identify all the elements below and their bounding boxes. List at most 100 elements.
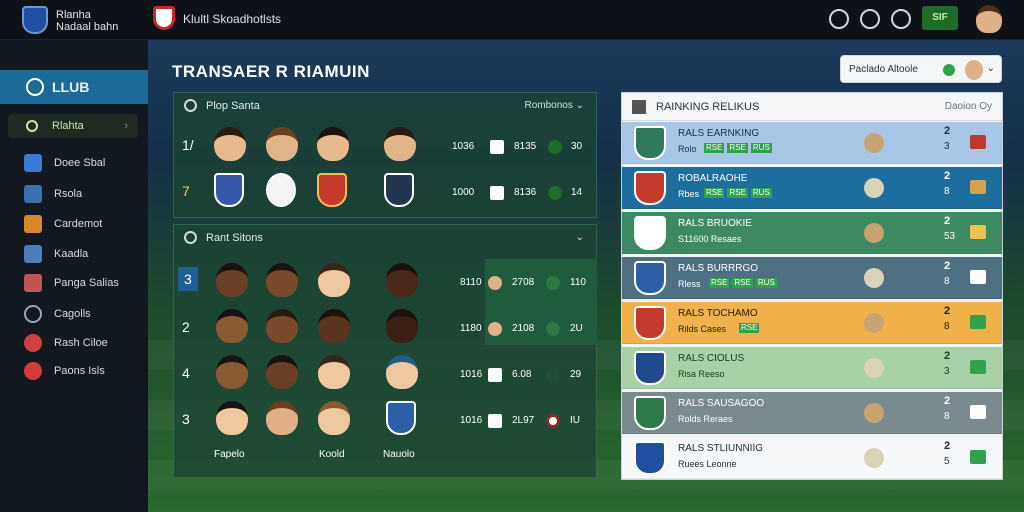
- club-icon: [490, 140, 504, 154]
- badge-icon: [864, 358, 884, 378]
- flag-icon: [970, 405, 986, 419]
- star-icon: [24, 274, 42, 292]
- player-avatar: [318, 309, 350, 343]
- sidebar-item-label: Cardemot: [54, 218, 103, 230]
- team-subtitle: Rless: [678, 279, 701, 289]
- rank-sub-value: 3: [944, 141, 950, 152]
- rank-sub-value: 53: [944, 231, 956, 242]
- stat-value: 2U: [570, 323, 583, 334]
- sidebar-item-label: Paons Isls: [54, 365, 105, 377]
- sidebar-club[interactable]: LLUB: [0, 70, 148, 104]
- table-row[interactable]: 2 1180 2108 2U: [174, 305, 596, 349]
- list-item[interactable]: RALS BRUOKIE S11600 Resaes 2 53: [622, 212, 1002, 254]
- tag: RSE: [732, 278, 753, 288]
- list-item[interactable]: RALS STLIUNNIIG Ruees Leonne 2 5: [622, 437, 1002, 479]
- rank-sub-value: 8: [944, 321, 950, 332]
- sidebar-item[interactable]: Rsola: [24, 185, 82, 203]
- stat-value: 14: [571, 187, 583, 198]
- list-item[interactable]: RALS SAUSAGOO Rolds Reraes 2 8: [622, 392, 1002, 434]
- row-number: 2: [182, 319, 190, 335]
- team-name: RALS SAUSAGOO: [678, 398, 765, 409]
- sidebar-item[interactable]: Doee Sbal: [24, 154, 105, 172]
- list-item[interactable]: RALS TOCHAMO Rilds Cases RSE 2 8: [622, 302, 1002, 344]
- rank-value: 2: [944, 350, 951, 362]
- club-icon: [490, 186, 504, 200]
- sidebar-item[interactable]: Kaadla: [24, 245, 88, 263]
- stat-value: 1180: [460, 323, 482, 334]
- club-crest: [266, 173, 296, 207]
- chevron-down-icon[interactable]: ⌄: [576, 232, 584, 243]
- list-item[interactable]: RALS EARNKING Rolo RSE RSE RUS 2 3: [622, 122, 1002, 164]
- table-row[interactable]: 1/ 1036 8135 30: [174, 123, 596, 167]
- player-avatar: [216, 355, 248, 389]
- table-row[interactable]: 4 1016 6.08 29: [174, 351, 596, 395]
- player-avatar: [216, 263, 248, 297]
- minus-circle-icon[interactable]: [891, 9, 911, 29]
- club-selector[interactable]: Paclado Altoole ⌄: [840, 55, 1002, 83]
- sidebar-search[interactable]: Rlahta ›: [8, 114, 138, 138]
- panel-header: Plop Santa Rombonos ⌄: [174, 93, 596, 119]
- player-avatar: [318, 263, 350, 297]
- team-name: RALS TOCHAMO: [678, 308, 758, 319]
- team-subtitle: Rilds Cases: [678, 324, 727, 334]
- rank-sub-value: 3: [944, 366, 950, 377]
- search-label: Rlahta: [52, 120, 84, 132]
- target-icon[interactable]: [829, 9, 849, 29]
- app-crest-logo: [153, 6, 175, 30]
- search-icon[interactable]: [860, 9, 880, 29]
- panel-filter[interactable]: Rombonos ⌄: [524, 100, 584, 111]
- cards-icon: [24, 215, 42, 233]
- chevron-down-icon: ⌄: [986, 63, 995, 74]
- rank-value: 2: [944, 305, 951, 317]
- panel-filter[interactable]: Daoion Oy: [945, 101, 992, 112]
- list-item[interactable]: ROBALRAOHE Rbes RSE RSE RUS 2 8: [622, 167, 1002, 209]
- club-crest: [634, 261, 666, 295]
- tag: RSE: [727, 143, 748, 153]
- table-row[interactable]: 3 8110 2708 110: [174, 259, 596, 303]
- status-icon: [546, 322, 560, 336]
- club-crest: [317, 173, 347, 207]
- panel-title: Plop Santa: [206, 100, 260, 112]
- stat-value: 8135: [514, 141, 537, 152]
- stat-value: 30: [571, 141, 583, 152]
- avatar: [965, 60, 983, 80]
- rank-sub-value: 8: [944, 276, 950, 287]
- list-item[interactable]: RALS CIOLUS Risa Reeso 2 3: [622, 347, 1002, 389]
- status-badge[interactable]: SIF: [922, 6, 958, 30]
- rank-value: 2: [944, 260, 951, 272]
- tag-group: RSE RSE RUS: [704, 188, 772, 198]
- status-icon: [546, 368, 560, 382]
- sidebar-item[interactable]: Rash Ciloe: [24, 334, 108, 352]
- tag-group: RSE RSE RUS: [709, 278, 777, 288]
- flag-icon: [970, 450, 986, 464]
- team-subtitle: Rolds Reraes: [678, 414, 733, 424]
- stat-value: 1000: [452, 187, 475, 198]
- tag: RSE: [704, 143, 725, 153]
- ranking-panel: RAINKING RELIKUS Daoion Oy RALS EARNKING R…: [621, 92, 1003, 480]
- sidebar-item[interactable]: Cagolls: [24, 305, 91, 323]
- panel-title: RAINKING RELIKUS: [656, 100, 760, 113]
- sidebar-item[interactable]: Cardemot: [24, 215, 102, 233]
- table-row[interactable]: 7 1000 8136 14: [174, 169, 596, 213]
- club-shield-logo: [22, 6, 48, 34]
- player-avatar: [386, 355, 418, 389]
- sidebar-item[interactable]: Panga Salias: [24, 274, 119, 292]
- rank-value: 2: [944, 125, 951, 137]
- row-number: 1/: [182, 137, 194, 153]
- player-avatar: [266, 127, 298, 161]
- sidebar-item[interactable]: Paons Isls: [24, 362, 105, 380]
- user-avatar[interactable]: [976, 5, 1002, 33]
- list-item[interactable]: RALS BURRRGO Rless RSE RSE RUS 2 8: [622, 257, 1002, 299]
- badge-icon: [864, 403, 884, 423]
- team-subtitle: Ruees Leonne: [678, 459, 737, 469]
- player-avatar: [214, 127, 246, 161]
- player-avatar: [266, 309, 298, 343]
- team-name: RALS STLIUNNIIG: [678, 443, 764, 454]
- player-avatar: [318, 401, 350, 435]
- rank-value: 2: [944, 170, 951, 182]
- player-avatar: [216, 401, 248, 435]
- club-label: LLUB: [52, 79, 90, 95]
- rank-sub-value: 8: [944, 186, 950, 197]
- tag-group: RSE RSE RUS: [704, 143, 772, 153]
- table-row[interactable]: 3 1016 2L97 IU: [174, 397, 596, 441]
